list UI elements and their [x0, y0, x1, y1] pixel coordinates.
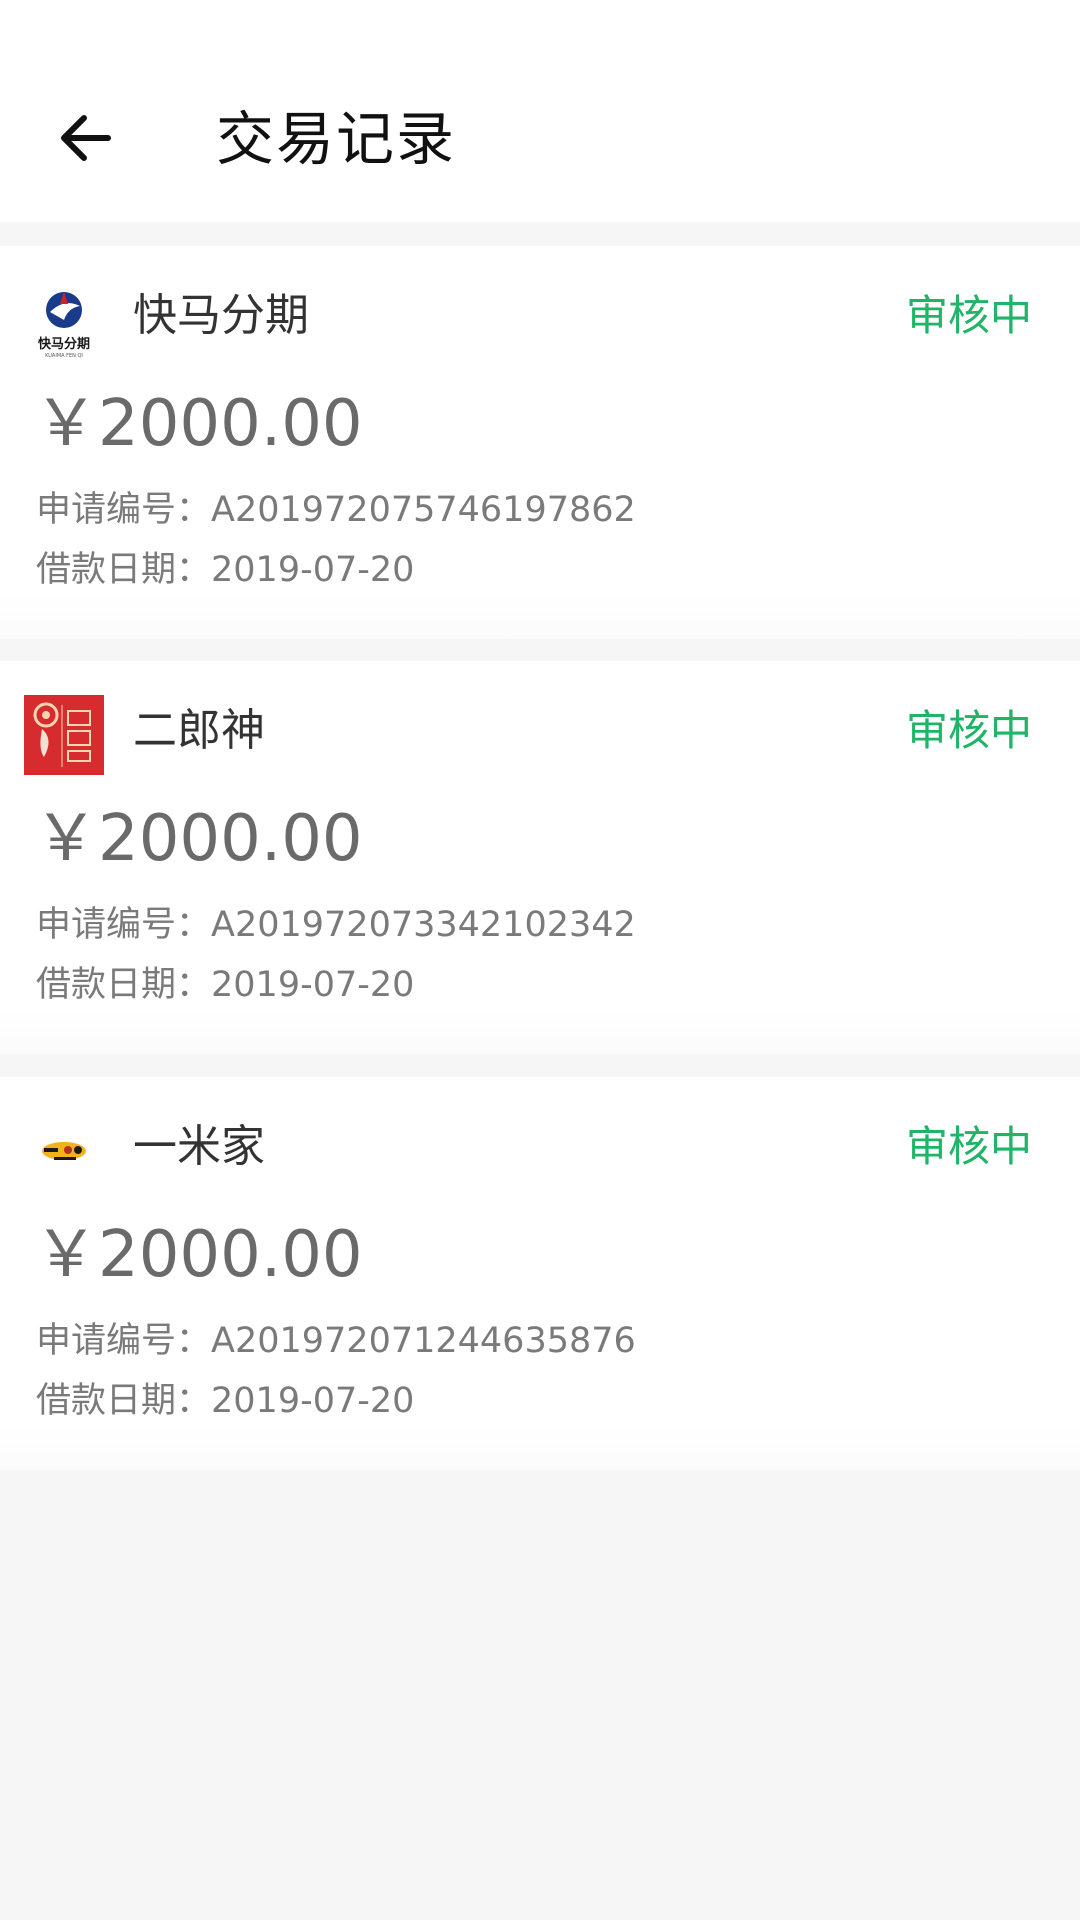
- status-badge: 审核中: [905, 291, 1032, 340]
- card-divider: [0, 1426, 1080, 1470]
- svg-text:快马分期: 快马分期: [38, 336, 90, 352]
- application-number-value: A201972071244635876: [211, 1321, 636, 1361]
- loan-date-value: 2019-07-20: [211, 550, 415, 590]
- application-number-row: 申请编号：A201972075746197862: [36, 486, 636, 534]
- page-title: 交易记录: [216, 105, 457, 173]
- transaction-card[interactable]: 一米家 审核中 ￥2000.00 申请编号：A20197207124463587…: [0, 1077, 1080, 1470]
- yimijia-logo: [24, 1111, 104, 1191]
- status-badge: 审核中: [905, 1122, 1032, 1171]
- merchant-name: 快马分期: [133, 290, 309, 341]
- arrow-left-icon: [61, 115, 111, 161]
- erlangshen-logo: [24, 695, 104, 775]
- amount: ￥2000.00: [34, 802, 363, 876]
- loan-date-label: 借款日期：: [36, 550, 212, 590]
- merchant-name: 二郎神: [133, 705, 265, 756]
- application-number-label: 申请编号：: [36, 905, 212, 945]
- application-number-label: 申请编号：: [36, 1321, 212, 1361]
- amount: ￥2000.00: [34, 387, 363, 461]
- application-number-value: A201972073342102342: [211, 905, 636, 945]
- loan-date-row: 借款日期：2019-07-20: [36, 961, 414, 1009]
- amount: ￥2000.00: [34, 1218, 363, 1292]
- svg-text:KUAIMA FEN QI: KUAIMA FEN QI: [45, 353, 83, 359]
- status-badge: 审核中: [905, 706, 1032, 755]
- loan-date-row: 借款日期：2019-07-20: [36, 1377, 414, 1425]
- application-number-row: 申请编号：A201972073342102342: [36, 901, 636, 949]
- loan-date-value: 2019-07-20: [211, 1381, 415, 1421]
- transaction-card[interactable]: 二郎神 审核中 ￥2000.00 申请编号：A20197207334210234…: [0, 661, 1080, 1054]
- back-button[interactable]: [50, 103, 120, 173]
- card-divider: [0, 1010, 1080, 1054]
- loan-date-row: 借款日期：2019-07-20: [36, 546, 414, 594]
- loan-date-value: 2019-07-20: [211, 965, 415, 1005]
- app-header: 交易记录: [0, 0, 1080, 222]
- kuaima-logo: 快马分期 KUAIMA FEN QI: [24, 280, 104, 360]
- card-divider: [0, 595, 1080, 639]
- application-number-row: 申请编号：A201972071244635876: [36, 1317, 636, 1365]
- application-number-value: A201972075746197862: [211, 490, 636, 530]
- application-number-label: 申请编号：: [36, 490, 212, 530]
- transaction-card[interactable]: 快马分期 KUAIMA FEN QI 快马分期 审核中 ￥2000.00 申请编…: [0, 246, 1080, 639]
- merchant-name: 一米家: [133, 1121, 265, 1172]
- loan-date-label: 借款日期：: [36, 1381, 212, 1421]
- loan-date-label: 借款日期：: [36, 965, 212, 1005]
